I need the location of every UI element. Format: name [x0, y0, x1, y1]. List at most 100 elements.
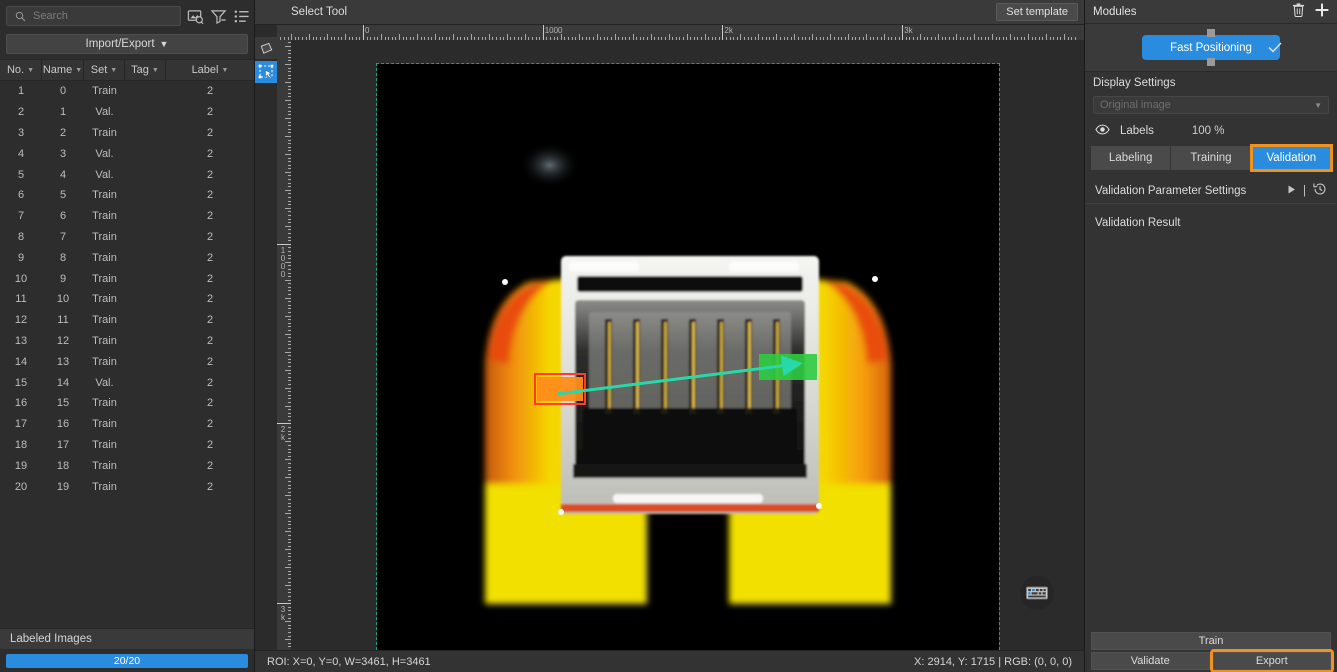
- image-stage[interactable]: [291, 40, 1084, 650]
- set-template-button[interactable]: Set template: [996, 3, 1078, 21]
- specimen-image[interactable]: [376, 63, 1000, 650]
- table-row[interactable]: 18 17 Train 2: [0, 435, 254, 456]
- table-row[interactable]: 9 8 Train 2: [0, 247, 254, 268]
- export-button[interactable]: Export: [1209, 649, 1334, 672]
- add-icon[interactable]: [1315, 3, 1329, 20]
- cell-label: 2: [206, 210, 214, 223]
- cell-set: Train: [92, 126, 117, 139]
- cell-label: 2: [206, 418, 214, 431]
- cell-name: 14: [56, 376, 70, 389]
- cell-name: 2: [59, 126, 67, 139]
- tool-mode-label: Select Tool: [291, 6, 348, 18]
- shape-tool-button[interactable]: [255, 37, 277, 59]
- table-row[interactable]: 2 1 Val. 2: [0, 102, 254, 123]
- eye-icon[interactable]: [1095, 124, 1110, 138]
- table-row[interactable]: 3 2 Train 2: [0, 123, 254, 144]
- table-row[interactable]: 10 9 Train 2: [0, 268, 254, 289]
- table-row[interactable]: 11 10 Train 2: [0, 289, 254, 310]
- table-row[interactable]: 5 4 Val. 2: [0, 164, 254, 185]
- column-header-set[interactable]: Set ▼: [84, 60, 125, 80]
- image-list-panel: Import/Export ▼ No.▼ Name▼ Set▼ Tag▼ Lab…: [0, 0, 272, 672]
- history-reset-icon[interactable]: [1313, 182, 1327, 199]
- table-row[interactable]: 4 3 Val. 2: [0, 143, 254, 164]
- tab-labeling[interactable]: Labeling: [1091, 146, 1171, 170]
- table-row[interactable]: 14 13 Train 2: [0, 351, 254, 372]
- search-toolbar: [0, 0, 272, 32]
- column-label: Tag: [131, 64, 149, 76]
- check-icon[interactable]: [1268, 40, 1282, 56]
- table-row[interactable]: 1 0 Train 2: [0, 81, 254, 102]
- table-row[interactable]: 16 15 Train 2: [0, 393, 254, 414]
- tab-validation[interactable]: Validation: [1249, 144, 1333, 172]
- cell-label: 2: [206, 272, 214, 285]
- image-table-body[interactable]: 1 0 Train 2 2 1 Val. 2 3 2 Train 2 4 3 Val. 2 5 4 Val. 2 6 5 T…: [0, 81, 254, 628]
- sort-caret-icon: ▼: [151, 66, 159, 74]
- cell-no: 14: [14, 355, 28, 368]
- action-button-row: Validate Export: [1085, 649, 1337, 672]
- delete-icon[interactable]: [1292, 3, 1305, 20]
- image-search-icon[interactable]: [187, 8, 204, 25]
- keyboard-shortcuts-icon[interactable]: [1020, 576, 1054, 610]
- search-box[interactable]: [6, 6, 181, 26]
- filter-icon[interactable]: [210, 8, 227, 25]
- cell-no: 16: [14, 397, 28, 410]
- tab-training[interactable]: Training: [1171, 146, 1251, 170]
- cell-label: 2: [206, 147, 214, 160]
- node-handle-top[interactable]: [1207, 29, 1215, 37]
- panel-spacer: [1085, 236, 1337, 632]
- divider: |: [1303, 184, 1306, 197]
- labeled-progress-bar: 20/20: [6, 653, 248, 668]
- canvas-status-bar: ROI: X=0, Y=0, W=3461, H=3461 X: 2914, Y…: [255, 650, 1084, 672]
- sort-caret-icon: ▼: [27, 66, 35, 74]
- column-header-no[interactable]: No. ▼: [0, 60, 42, 80]
- cell-no: 15: [14, 376, 28, 389]
- table-row[interactable]: 19 18 Train 2: [0, 455, 254, 476]
- table-row[interactable]: 13 12 Train 2: [0, 331, 254, 352]
- cell-no: 6: [17, 189, 25, 202]
- column-header-tag[interactable]: Tag ▼: [125, 60, 166, 80]
- column-header-label[interactable]: Label ▼: [166, 60, 254, 80]
- labels-opacity-value[interactable]: 100 %: [1192, 125, 1225, 137]
- cell-label: 2: [206, 293, 214, 306]
- cell-label: 2: [206, 397, 214, 410]
- modules-header: Modules: [1085, 0, 1337, 24]
- image-source-select[interactable]: Original image ▼: [1093, 96, 1329, 114]
- cell-no: 8: [17, 230, 25, 243]
- cell-no: 12: [14, 314, 28, 327]
- cell-name: 7: [59, 230, 67, 243]
- table-row[interactable]: 17 16 Train 2: [0, 414, 254, 435]
- train-button[interactable]: Train: [1091, 632, 1331, 650]
- table-row[interactable]: 15 14 Val. 2: [0, 372, 254, 393]
- table-row[interactable]: 20 19 Train 2: [0, 476, 254, 497]
- list-view-icon[interactable]: [233, 8, 250, 25]
- node-handle-bottom[interactable]: [1207, 58, 1215, 66]
- search-input[interactable]: [33, 10, 175, 22]
- module-node-fast-positioning[interactable]: Fast Positioning: [1142, 29, 1280, 66]
- cell-label: 2: [206, 168, 214, 181]
- display-settings-label: Display Settings: [1093, 77, 1176, 89]
- cell-no: 10: [14, 272, 28, 285]
- cell-no: 18: [14, 438, 28, 451]
- select-tool-button[interactable]: [255, 61, 277, 83]
- chevron-down-icon: ▼: [159, 39, 169, 49]
- ruler-major-tick: [277, 243, 291, 245]
- validation-parameter-settings-row[interactable]: Validation Parameter Settings |: [1085, 178, 1337, 204]
- play-arrow-icon[interactable]: [1288, 185, 1296, 197]
- table-row[interactable]: 7 6 Train 2: [0, 206, 254, 227]
- cell-name: 3: [59, 147, 67, 160]
- cell-name: 5: [59, 189, 67, 202]
- table-row[interactable]: 12 11 Train 2: [0, 310, 254, 331]
- chevron-down-icon: ▼: [1314, 100, 1322, 110]
- table-row[interactable]: 6 5 Train 2: [0, 185, 254, 206]
- labeled-images-label: Labeled Images: [10, 633, 92, 645]
- canvas-panel: Select Tool Set template 0 1000 2k 3k 1 …: [255, 0, 1084, 672]
- application-window: Import/Export ▼ No.▼ Name▼ Set▼ Tag▼ Lab…: [0, 0, 1337, 672]
- validate-button[interactable]: Validate: [1091, 652, 1210, 670]
- cell-label: 2: [206, 459, 214, 472]
- canvas-toolbar: Select Tool Set template: [255, 0, 1084, 25]
- ruler-major-tick: [902, 25, 904, 40]
- column-header-name[interactable]: Name ▼: [42, 60, 84, 80]
- import-export-button[interactable]: Import/Export ▼: [6, 34, 248, 54]
- ruler-major-tick: [277, 603, 291, 605]
- table-row[interactable]: 8 7 Train 2: [0, 227, 254, 248]
